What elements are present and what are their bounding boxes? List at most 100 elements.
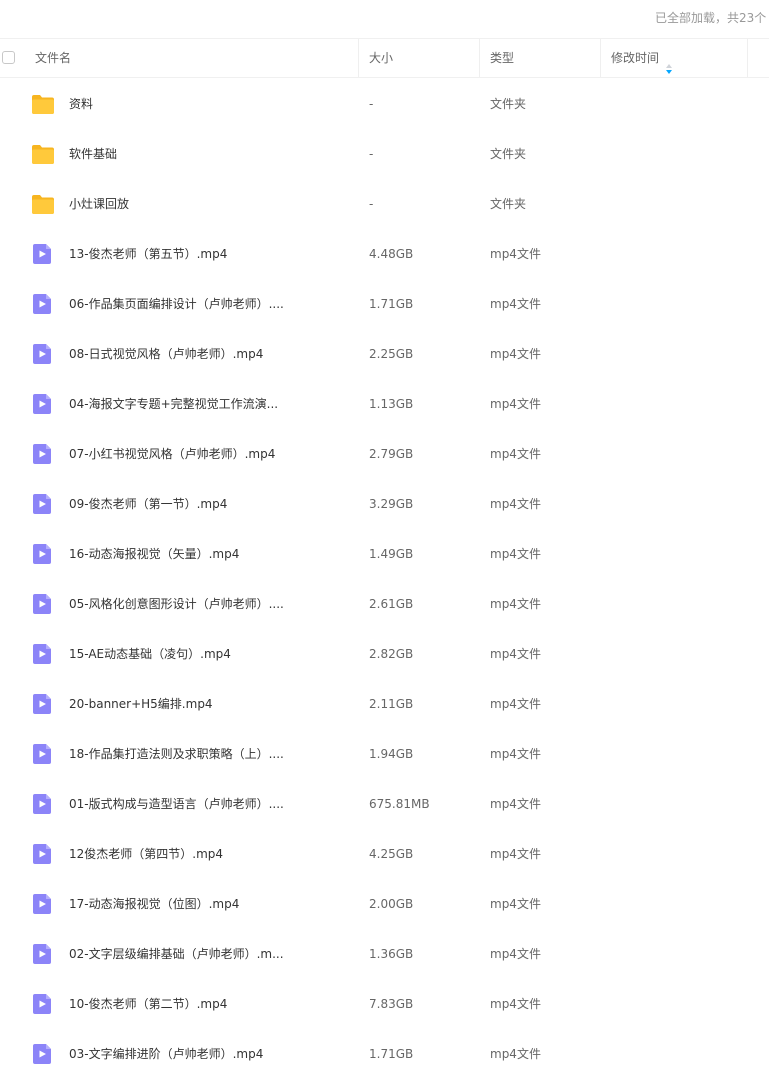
file-row[interactable]: 05-风格化创意图形设计（卢帅老师）.... 2.61GB mp4文件 <box>0 579 769 629</box>
file-name[interactable]: 13-俊杰老师（第五节）.mp4 <box>69 229 227 279</box>
file-name[interactable]: 20-banner+H5编排.mp4 <box>69 679 213 729</box>
file-type: mp4文件 <box>490 247 541 261</box>
file-name[interactable]: 16-动态海报视觉（矢量）.mp4 <box>69 529 239 579</box>
video-file-icon[interactable] <box>31 1043 55 1065</box>
file-size: 1.71GB <box>369 297 414 311</box>
column-divider[interactable] <box>479 39 480 77</box>
file-size: 2.61GB <box>369 597 414 611</box>
column-divider[interactable] <box>747 39 748 77</box>
file-type: mp4文件 <box>490 497 541 511</box>
file-type: 文件夹 <box>490 197 527 211</box>
file-row[interactable]: 软件基础 - 文件夹 <box>0 129 769 179</box>
file-type: mp4文件 <box>490 547 541 561</box>
file-name[interactable]: 小灶课回放 <box>69 179 129 229</box>
folder-icon[interactable] <box>31 143 55 165</box>
video-file-icon[interactable] <box>31 793 55 815</box>
file-type: mp4文件 <box>490 597 541 611</box>
video-file-icon[interactable] <box>31 643 55 665</box>
file-size: 1.13GB <box>369 397 414 411</box>
file-row[interactable]: 20-banner+H5编排.mp4 2.11GB mp4文件 <box>0 679 769 729</box>
file-type: mp4文件 <box>490 297 541 311</box>
video-file-icon[interactable] <box>31 543 55 565</box>
video-file-icon[interactable] <box>31 893 55 915</box>
video-file-icon[interactable] <box>31 243 55 265</box>
file-name[interactable]: 15-AE动态基础（凌句）.mp4 <box>69 629 231 679</box>
file-name[interactable]: 资料 <box>69 79 93 129</box>
video-file-icon[interactable] <box>31 343 55 365</box>
file-name[interactable]: 软件基础 <box>69 129 117 179</box>
file-row[interactable]: 13-俊杰老师（第五节）.mp4 4.48GB mp4文件 <box>0 229 769 279</box>
file-name[interactable]: 08-日式视觉风格（卢帅老师）.mp4 <box>69 329 263 379</box>
video-file-icon[interactable] <box>31 443 55 465</box>
file-size: 4.25GB <box>369 847 414 861</box>
video-file-icon[interactable] <box>31 593 55 615</box>
file-size: - <box>369 97 374 111</box>
file-type: mp4文件 <box>490 797 541 811</box>
file-size: 2.79GB <box>369 447 414 461</box>
file-row[interactable]: 03-文字编排进阶（卢帅老师）.mp4 1.71GB mp4文件 <box>0 1029 769 1079</box>
column-header-type[interactable]: 类型 <box>490 39 514 77</box>
file-list-header: 文件名 大小 类型 修改时间 <box>0 38 769 78</box>
file-name[interactable]: 09-俊杰老师（第一节）.mp4 <box>69 479 227 529</box>
file-name[interactable]: 10-俊杰老师（第二节）.mp4 <box>69 979 227 1029</box>
sort-arrows-icon[interactable] <box>665 52 673 74</box>
video-file-icon[interactable] <box>31 693 55 715</box>
file-size: 1.71GB <box>369 1047 414 1061</box>
file-name[interactable]: 04-海报文字专题+完整视觉工作流演... <box>69 379 278 429</box>
column-header-modified[interactable]: 修改时间 <box>611 39 673 77</box>
video-file-icon[interactable] <box>31 943 55 965</box>
file-name[interactable]: 07-小红书视觉风格（卢帅老师）.mp4 <box>69 429 275 479</box>
file-row[interactable]: 09-俊杰老师（第一节）.mp4 3.29GB mp4文件 <box>0 479 769 529</box>
select-all-checkbox[interactable] <box>2 51 15 64</box>
file-size: 3.29GB <box>369 497 414 511</box>
video-file-icon[interactable] <box>31 493 55 515</box>
column-header-modified-label: 修改时间 <box>611 51 660 65</box>
column-header-size[interactable]: 大小 <box>369 39 393 77</box>
file-size: 1.94GB <box>369 747 414 761</box>
file-row[interactable]: 07-小红书视觉风格（卢帅老师）.mp4 2.79GB mp4文件 <box>0 429 769 479</box>
file-name[interactable]: 12俊杰老师（第四节）.mp4 <box>69 829 223 879</box>
file-size: 2.00GB <box>369 897 414 911</box>
file-row[interactable]: 小灶课回放 - 文件夹 <box>0 179 769 229</box>
file-name[interactable]: 03-文字编排进阶（卢帅老师）.mp4 <box>69 1029 263 1079</box>
video-file-icon[interactable] <box>31 393 55 415</box>
file-name[interactable]: 18-作品集打造法则及求职策略（上）.... <box>69 729 284 779</box>
file-size: 675.81MB <box>369 797 430 811</box>
file-type: mp4文件 <box>490 347 541 361</box>
load-status-text: 已全部加载，共23个 <box>655 11 767 25</box>
file-row[interactable]: 资料 - 文件夹 <box>0 79 769 129</box>
file-name[interactable]: 17-动态海报视觉（位图）.mp4 <box>69 879 239 929</box>
folder-icon[interactable] <box>31 193 55 215</box>
file-name[interactable]: 01-版式构成与造型语言（卢帅老师）.... <box>69 779 284 829</box>
file-type: mp4文件 <box>490 1047 541 1061</box>
file-row[interactable]: 04-海报文字专题+完整视觉工作流演... 1.13GB mp4文件 <box>0 379 769 429</box>
file-type: mp4文件 <box>490 747 541 761</box>
file-size: 4.48GB <box>369 247 414 261</box>
file-row[interactable]: 17-动态海报视觉（位图）.mp4 2.00GB mp4文件 <box>0 879 769 929</box>
file-name[interactable]: 02-文字层级编排基础（卢帅老师）.m... <box>69 929 284 979</box>
column-divider[interactable] <box>358 39 359 77</box>
file-row[interactable]: 12俊杰老师（第四节）.mp4 4.25GB mp4文件 <box>0 829 769 879</box>
file-row[interactable]: 16-动态海报视觉（矢量）.mp4 1.49GB mp4文件 <box>0 529 769 579</box>
column-header-name[interactable]: 文件名 <box>35 39 71 77</box>
file-row[interactable]: 01-版式构成与造型语言（卢帅老师）.... 675.81MB mp4文件 <box>0 779 769 829</box>
file-size: 1.36GB <box>369 947 414 961</box>
file-list: 资料 - 文件夹 软件基础 - 文件夹 小灶课回放 - 文件夹 13-俊杰老师（第五节）.mp4 4… <box>0 79 769 1079</box>
file-row[interactable]: 18-作品集打造法则及求职策略（上）.... 1.94GB mp4文件 <box>0 729 769 779</box>
folder-icon[interactable] <box>31 93 55 115</box>
file-name[interactable]: 05-风格化创意图形设计（卢帅老师）.... <box>69 579 284 629</box>
file-type: mp4文件 <box>490 647 541 661</box>
file-size: 7.83GB <box>369 997 414 1011</box>
file-name[interactable]: 06-作品集页面编排设计（卢帅老师）.... <box>69 279 284 329</box>
video-file-icon[interactable] <box>31 293 55 315</box>
video-file-icon[interactable] <box>31 993 55 1015</box>
file-row[interactable]: 10-俊杰老师（第二节）.mp4 7.83GB mp4文件 <box>0 979 769 1029</box>
video-file-icon[interactable] <box>31 743 55 765</box>
column-divider[interactable] <box>600 39 601 77</box>
file-row[interactable]: 02-文字层级编排基础（卢帅老师）.m... 1.36GB mp4文件 <box>0 929 769 979</box>
file-row[interactable]: 08-日式视觉风格（卢帅老师）.mp4 2.25GB mp4文件 <box>0 329 769 379</box>
file-size: - <box>369 197 374 211</box>
file-row[interactable]: 06-作品集页面编排设计（卢帅老师）.... 1.71GB mp4文件 <box>0 279 769 329</box>
file-row[interactable]: 15-AE动态基础（凌句）.mp4 2.82GB mp4文件 <box>0 629 769 679</box>
video-file-icon[interactable] <box>31 843 55 865</box>
